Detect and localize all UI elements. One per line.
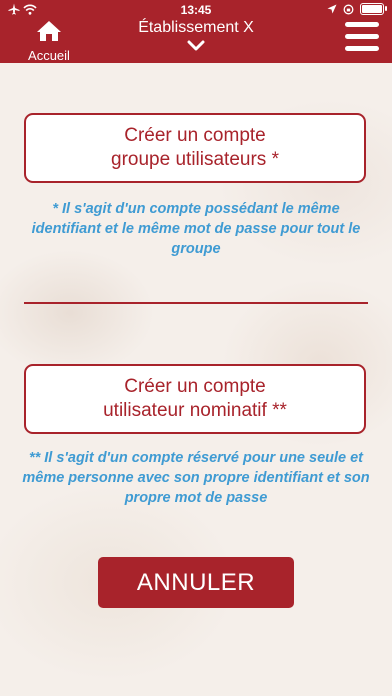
battery-icon	[360, 3, 387, 15]
top-bar: 13:45 Accueil Établissement X	[0, 0, 392, 63]
menu-bar-3	[345, 46, 379, 51]
nominative-account-line2: utilisateur nominatif **	[103, 400, 287, 421]
menu-button[interactable]	[345, 22, 379, 56]
group-account-line1: Créer un compte	[124, 125, 266, 146]
create-group-account-button[interactable]: Créer un compte groupe utilisateurs *	[24, 113, 366, 183]
menu-bar-1	[345, 22, 379, 27]
nominative-account-note: ** Il s'agit d'un compte réservé pour un…	[22, 450, 370, 506]
rotation-lock-icon	[343, 4, 354, 14]
menu-bar-2	[345, 34, 379, 39]
status-right	[327, 3, 387, 15]
location-icon	[327, 4, 337, 14]
status-bar: 13:45	[0, 0, 392, 20]
nominative-account-line1: Créer un compte	[124, 376, 266, 397]
establishment-title[interactable]: Établissement X	[0, 19, 392, 37]
cancel-button[interactable]: ANNULER	[98, 557, 294, 608]
section-divider	[24, 302, 368, 304]
group-account-note: * Il s'agit d'un compte possédant le mêm…	[31, 201, 361, 257]
create-nominative-account-button[interactable]: Créer un compte utilisateur nominatif **	[24, 364, 366, 434]
group-account-line2: groupe utilisateurs *	[111, 149, 279, 170]
home-label: Accueil	[28, 48, 70, 63]
chevron-down-icon[interactable]	[186, 40, 206, 52]
